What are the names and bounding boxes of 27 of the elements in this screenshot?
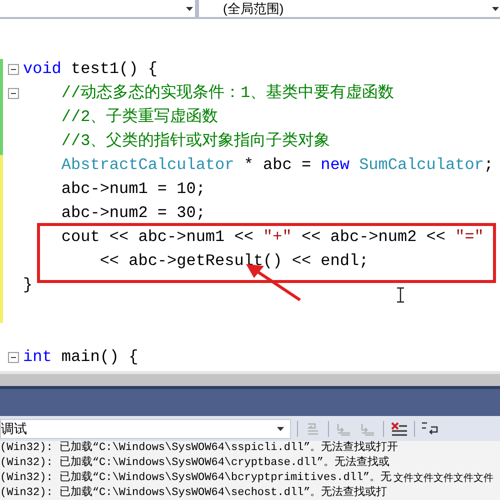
caret-icon xyxy=(277,426,284,430)
code-line: << abc->getResult() << endl; xyxy=(98,251,369,271)
code-line: //动态多态的实现条件：1、基类中要有虚函数 xyxy=(60,83,394,103)
word-wrap-icon[interactable] xyxy=(421,420,439,436)
code-line: AbstractCalculator * abc = new SumCalculator; xyxy=(60,155,494,175)
code-line: //2、子类重写虚函数 xyxy=(60,107,218,127)
collapse-icon[interactable] xyxy=(8,352,18,362)
code-line: int main() { xyxy=(23,347,138,367)
collapse-icon[interactable] xyxy=(8,64,18,74)
output-line: (Win32): 已加载“C:\Windows\SysWOW64\sechost.dll”。无法查找或打 xyxy=(0,486,388,500)
scope-dropdown[interactable]: (全局范围) xyxy=(199,0,500,17)
caret-icon xyxy=(492,6,499,10)
code-line: } xyxy=(23,275,33,295)
code-line: void test1() { xyxy=(23,59,158,79)
collapse-icon[interactable] xyxy=(8,88,18,98)
output-line: (Win32): 已加载“C:\Windows\SysWOW64\sspicli.dll”。无法查找或打开 xyxy=(0,441,398,456)
code-line: abc->num1 = 10; xyxy=(60,179,206,199)
output-line: (Win32): 已加载“C:\Windows\SysWOW64\bcryptprimitives.dll”。无 xyxy=(0,471,392,486)
code-line: abc->num2 = 30; xyxy=(60,203,206,223)
output-source-dropdown[interactable]: 调试 xyxy=(0,418,291,438)
caret-icon xyxy=(186,6,193,10)
overlay-text: 文件文件文件文件文件 xyxy=(394,472,494,486)
text-cursor-icon xyxy=(397,287,404,303)
code-line: //3、父类的指针或对象指向子类对象 xyxy=(60,131,330,151)
code-line: cout << abc->num1 << "+" << abc->num2 << "=" xyxy=(60,227,484,247)
output-line: (Win32): 已加载“C:\Windows\SysWOW64\cryptbase.dll”。无法查找或 xyxy=(0,456,390,471)
clear-all-icon[interactable] xyxy=(390,420,408,436)
